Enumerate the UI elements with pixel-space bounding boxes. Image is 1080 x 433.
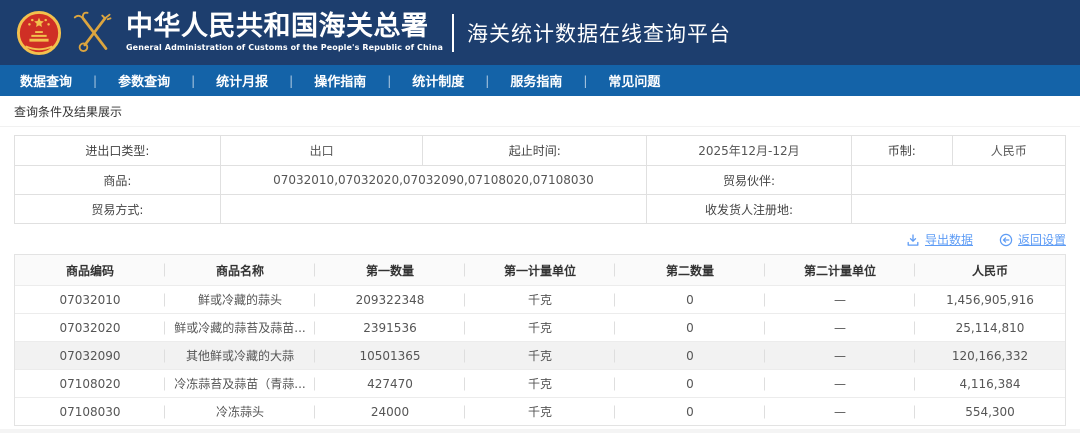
cell-commodity-code: 07032020 — [15, 314, 165, 341]
condition-value-trade-partner — [852, 166, 1065, 194]
export-data-link[interactable]: 导出数据 — [906, 231, 973, 248]
cell-first-quantity: 209322348 — [315, 286, 465, 313]
cell-first-unit: 千克 — [465, 398, 615, 425]
nav-item-statistics-system[interactable]: 统计制度 — [412, 71, 464, 90]
nav-item-data-query[interactable]: 数据查询 — [20, 71, 72, 90]
nav-separator: | — [93, 73, 98, 88]
nav-item-param-query[interactable]: 参数查询 — [118, 71, 170, 90]
condition-row: 商品: 07032010,07032020,07032090,07108020,… — [15, 165, 1065, 194]
cell-first-quantity: 24000 — [315, 398, 465, 425]
condition-label-io-type: 进出口类型: — [15, 136, 221, 165]
page-bottom-edge — [0, 429, 1080, 433]
cell-commodity-name: 鲜或冷藏的蒜苔及蒜苗... — [165, 314, 315, 341]
export-data-label: 导出数据 — [924, 233, 973, 247]
column-header-rmb: 人民币 — [971, 263, 1008, 278]
nav-item-monthly-report[interactable]: 统计月报 — [216, 71, 268, 90]
cell-first-unit: 千克 — [465, 370, 615, 397]
cell-first-unit: 千克 — [465, 342, 615, 369]
cell-rmb: 4,116,384 — [959, 376, 1021, 391]
cell-commodity-name: 冷冻蒜苔及蒜苗（青蒜... — [165, 370, 315, 397]
condition-label-registration-place: 收发货人注册地: — [647, 195, 852, 223]
nav-item-service-guide[interactable]: 服务指南 — [510, 71, 562, 90]
table-row-highlighted[interactable]: 07032090 其他鲜或冷藏的大蒜 10501365 千克 0 — 120,1… — [15, 341, 1065, 369]
cell-first-unit: 千克 — [465, 314, 615, 341]
cell-commodity-code: 07032090 — [15, 342, 165, 369]
cell-second-quantity: 0 — [615, 314, 765, 341]
column-header-first-unit: 第一计量单位 — [465, 255, 615, 285]
table-row[interactable]: 07032010 鲜或冷藏的蒜头 209322348 千克 0 — 1,456,… — [15, 285, 1065, 313]
column-header-commodity-code: 商品编码 — [15, 255, 165, 285]
table-row[interactable]: 07108030 冷冻蒜头 24000 千克 0 — 554,300 — [15, 397, 1065, 425]
platform-title: 海关统计数据在线查询平台 — [466, 21, 731, 46]
org-title-block: 中华人民共和国海关总署 General Administration of Cu… — [126, 10, 443, 53]
condition-value-io-type: 出口 — [221, 136, 424, 165]
table-row[interactable]: 07108020 冷冻蒜苔及蒜苗（青蒜... 427470 千克 0 — 4,1… — [15, 369, 1065, 397]
condition-label-currency: 币制: — [852, 136, 953, 165]
cell-commodity-code: 07108030 — [15, 398, 165, 425]
cell-second-quantity: 0 — [615, 342, 765, 369]
cell-rmb: 1,456,905,916 — [946, 292, 1034, 307]
condition-row: 贸易方式: 收发货人注册地: — [15, 194, 1065, 223]
cell-commodity-code: 07108020 — [15, 370, 165, 397]
cell-first-quantity: 427470 — [315, 370, 465, 397]
cell-commodity-name: 冷冻蒜头 — [165, 398, 315, 425]
condition-label-trade-partner: 贸易伙伴: — [647, 166, 852, 194]
cell-rmb: 25,114,810 — [955, 320, 1025, 335]
cell-commodity-name: 其他鲜或冷藏的大蒜 — [165, 342, 315, 369]
nav-separator: | — [485, 73, 490, 88]
org-name-english: General Administration of Customs of the… — [126, 43, 443, 53]
condition-value-commodity: 07032010,07032020,07032090,07108020,0710… — [221, 166, 648, 194]
column-header-second-quantity: 第二数量 — [615, 255, 765, 285]
condition-row: 进出口类型: 出口 起止时间: 2025年12月-12月 币制: 人民币 — [15, 136, 1065, 165]
customs-emblem-icon — [73, 11, 112, 52]
return-back-icon — [999, 233, 1013, 246]
breadcrumb-bar: 查询条件及结果展示 — [0, 96, 1080, 127]
condition-label-time-range: 起止时间: — [423, 136, 648, 165]
cell-commodity-code: 07032010 — [15, 286, 165, 313]
query-conditions-table: 进出口类型: 出口 起止时间: 2025年12月-12月 币制: 人民币 商品:… — [14, 135, 1066, 224]
condition-value-registration-place — [852, 195, 1065, 223]
cell-second-quantity: 0 — [615, 370, 765, 397]
table-row[interactable]: 07032020 鲜或冷藏的蒜苔及蒜苗... 2391536 千克 0 — 25… — [15, 313, 1065, 341]
breadcrumb: 查询条件及结果展示 — [14, 104, 123, 119]
nav-separator: | — [387, 73, 392, 88]
cell-rmb: 554,300 — [965, 404, 1015, 419]
column-header-second-unit: 第二计量单位 — [765, 255, 915, 285]
return-settings-link[interactable]: 返回设置 — [999, 231, 1066, 248]
app-header: 中华人民共和国海关总署 General Administration of Cu… — [0, 0, 1080, 65]
cell-commodity-name: 鲜或冷藏的蒜头 — [165, 286, 315, 313]
condition-value-time-range: 2025年12月-12月 — [647, 136, 852, 165]
nav-separator: | — [583, 73, 588, 88]
column-header-commodity-name: 商品名称 — [165, 255, 315, 285]
condition-label-commodity: 商品: — [15, 166, 221, 194]
download-icon — [907, 233, 919, 246]
condition-label-trade-mode: 贸易方式: — [15, 195, 221, 223]
cell-second-unit: — — [765, 342, 915, 369]
main-nav: 数据查询 | 参数查询 | 统计月报 | 操作指南 | 统计制度 | 服务指南 … — [0, 65, 1080, 96]
cell-second-unit: — — [765, 370, 915, 397]
header-divider — [451, 13, 454, 52]
cell-rmb: 120,166,332 — [951, 348, 1029, 363]
results-table-header: 商品编码 商品名称 第一数量 第一计量单位 第二数量 第二计量单位 人民币 — [15, 255, 1065, 285]
cell-second-quantity: 0 — [615, 398, 765, 425]
return-settings-label: 返回设置 — [1017, 233, 1066, 247]
national-emblem-icon — [16, 10, 62, 55]
cell-second-quantity: 0 — [615, 286, 765, 313]
nav-item-operation-guide[interactable]: 操作指南 — [314, 71, 366, 90]
results-table: 商品编码 商品名称 第一数量 第一计量单位 第二数量 第二计量单位 人民币 07… — [14, 254, 1066, 426]
results-toolbar: 导出数据 返回设置 — [14, 229, 1066, 250]
cell-second-unit: — — [765, 286, 915, 313]
cell-second-unit: — — [765, 314, 915, 341]
nav-item-faq[interactable]: 常见问题 — [608, 71, 660, 90]
org-name: 中华人民共和国海关总署 — [126, 10, 429, 42]
cell-second-unit: — — [765, 398, 915, 425]
cell-first-unit: 千克 — [465, 286, 615, 313]
column-header-first-quantity: 第一数量 — [315, 255, 465, 285]
condition-value-trade-mode — [221, 195, 648, 223]
nav-separator: | — [191, 73, 196, 88]
cell-first-quantity: 10501365 — [315, 342, 465, 369]
nav-separator: | — [289, 73, 294, 88]
cell-first-quantity: 2391536 — [315, 314, 465, 341]
condition-value-currency: 人民币 — [990, 144, 1027, 158]
